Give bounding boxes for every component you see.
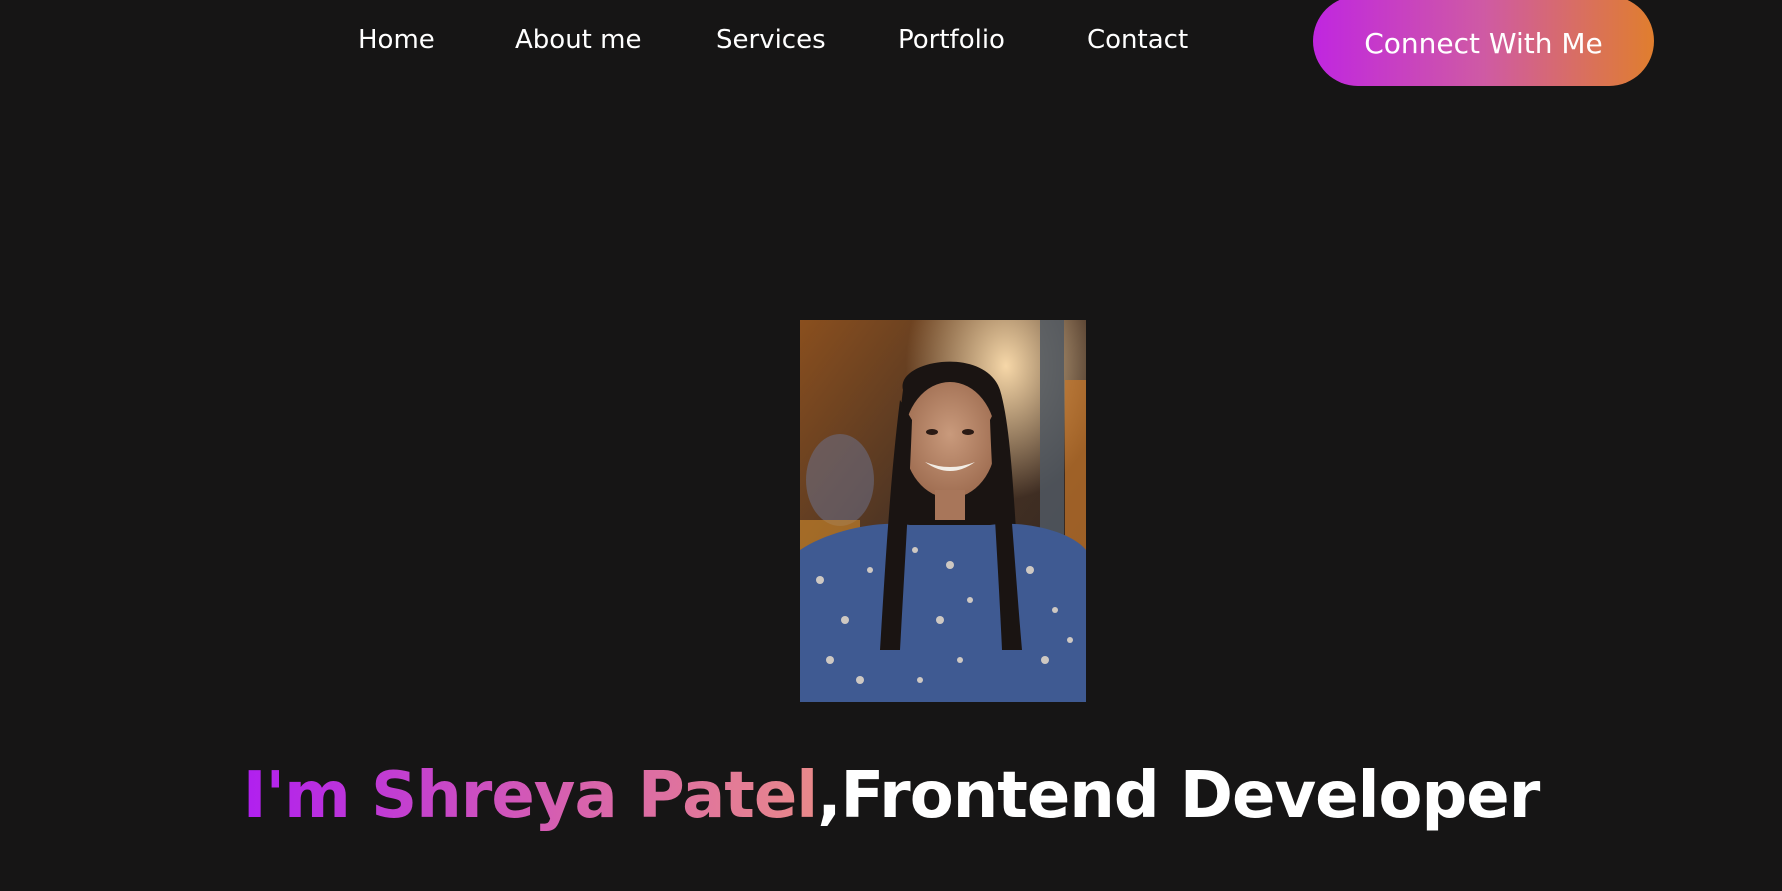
nav-link-home[interactable]: Home — [358, 22, 435, 58]
page: Home About me Services Portfolio Contact… — [0, 0, 1782, 891]
nav-link-about[interactable]: About me — [515, 22, 641, 58]
hero-name: I'm Shreya Patel — [242, 759, 818, 833]
nav-link-portfolio[interactable]: Portfolio — [898, 22, 1005, 58]
hero-role: ,Frontend Developer — [817, 759, 1540, 833]
hero-headline: I'm Shreya Patel,Frontend Developer — [0, 756, 1782, 836]
nav-link-services[interactable]: Services — [716, 22, 826, 58]
profile-photo — [800, 320, 1086, 702]
connect-with-me-button[interactable]: Connect With Me — [1313, 0, 1654, 86]
top-nav: Home About me Services Portfolio Contact… — [0, 0, 1782, 90]
nav-link-contact[interactable]: Contact — [1087, 22, 1188, 58]
